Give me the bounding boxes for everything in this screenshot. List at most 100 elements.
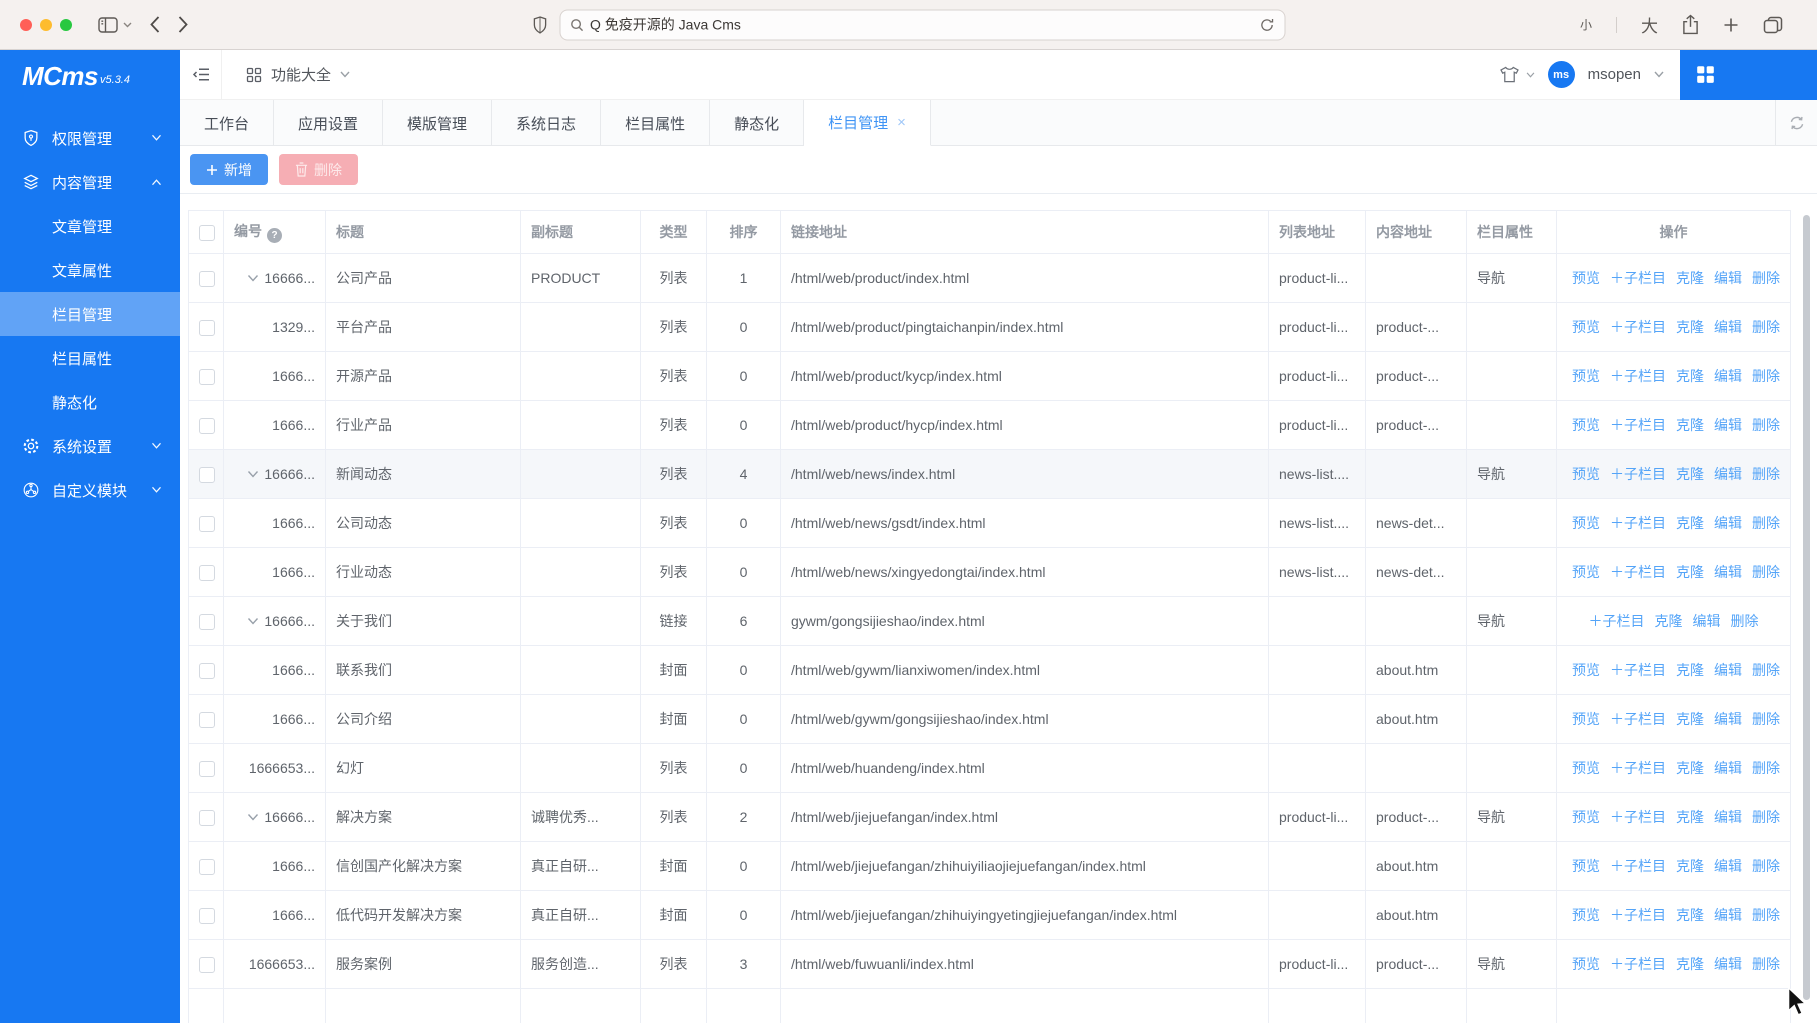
add-child-link[interactable]: ＋子栏目 (1610, 711, 1666, 727)
preview-link[interactable]: 预览 (1572, 760, 1600, 776)
select-all-checkbox[interactable] (199, 225, 215, 241)
scrollbar-thumb[interactable] (1803, 215, 1810, 1000)
reload-icon[interactable] (1259, 17, 1274, 32)
clone-link[interactable]: 克隆 (1655, 613, 1683, 629)
delete-link[interactable]: 删除 (1752, 809, 1780, 825)
row-checkbox[interactable] (199, 957, 215, 973)
avatar[interactable]: ms (1548, 61, 1575, 88)
add-child-link[interactable]: ＋子栏目 (1610, 515, 1666, 531)
clone-link[interactable]: 克隆 (1676, 515, 1704, 531)
row-checkbox[interactable] (199, 418, 215, 434)
clone-link[interactable]: 克隆 (1676, 270, 1704, 286)
clone-link[interactable]: 克隆 (1676, 368, 1704, 384)
table-row[interactable]: 1666... 联系我们 封面 0 /html/web/gywm/lianxiw… (189, 646, 1791, 695)
clone-link[interactable]: 克隆 (1676, 564, 1704, 580)
clone-link[interactable]: 克隆 (1676, 809, 1704, 825)
expand-row-icon[interactable] (247, 813, 259, 822)
preview-link[interactable]: 预览 (1572, 270, 1600, 286)
edit-link[interactable]: 编辑 (1714, 809, 1742, 825)
edit-link[interactable]: 编辑 (1714, 515, 1742, 531)
help-icon[interactable]: ? (267, 228, 282, 243)
row-checkbox[interactable] (199, 320, 215, 336)
add-child-link[interactable]: ＋子栏目 (1610, 858, 1666, 874)
minimize-window-button[interactable] (40, 19, 52, 31)
add-child-link[interactable]: ＋子栏目 (1589, 613, 1645, 629)
add-child-link[interactable]: ＋子栏目 (1610, 466, 1666, 482)
preview-link[interactable]: 预览 (1572, 662, 1600, 678)
clone-link[interactable]: 克隆 (1676, 466, 1704, 482)
delete-link[interactable]: 删除 (1752, 564, 1780, 580)
row-checkbox[interactable] (199, 810, 215, 826)
row-checkbox[interactable] (199, 712, 215, 728)
table-row[interactable]: 1666... 公司介绍 封面 0 /html/web/gywm/gongsij… (189, 695, 1791, 744)
sidebar-submenu-item[interactable]: 栏目属性 (0, 336, 180, 380)
row-checkbox[interactable] (199, 859, 215, 875)
edit-link[interactable]: 编辑 (1714, 858, 1742, 874)
back-button[interactable] (150, 16, 160, 33)
delete-link[interactable]: 删除 (1752, 515, 1780, 531)
table-row[interactable]: 1666... 行业动态 列表 0 /html/web/news/xingyed… (189, 548, 1791, 597)
preview-link[interactable]: 预览 (1572, 368, 1600, 384)
edit-link[interactable]: 编辑 (1714, 711, 1742, 727)
add-child-link[interactable]: ＋子栏目 (1610, 417, 1666, 433)
table-row[interactable]: 16666... 关于我们 链接 6 gywm/gongsijieshao/in… (189, 597, 1791, 646)
add-child-link[interactable]: ＋子栏目 (1610, 270, 1666, 286)
edit-link[interactable]: 编辑 (1714, 368, 1742, 384)
delete-link[interactable]: 删除 (1752, 662, 1780, 678)
expand-row-icon[interactable] (247, 617, 259, 626)
table-row[interactable]: 1666... 行业产品 列表 0 /html/web/product/hycp… (189, 401, 1791, 450)
preview-link[interactable]: 预览 (1572, 564, 1600, 580)
table-row[interactable]: 1666... 低代码开发解决方案 真正自研... 封面 0 /html/web… (189, 891, 1791, 940)
text-larger-button[interactable]: 大 (1641, 12, 1658, 37)
edit-link[interactable]: 编辑 (1714, 270, 1742, 286)
preview-link[interactable]: 预览 (1572, 417, 1600, 433)
row-checkbox[interactable] (199, 614, 215, 630)
sidebar-item-1[interactable]: 内容管理 (0, 160, 180, 204)
tab[interactable]: 栏目管理 × (804, 100, 931, 146)
delete-link[interactable]: 删除 (1752, 711, 1780, 727)
sidebar-submenu-item[interactable]: 文章管理 (0, 204, 180, 248)
preview-link[interactable]: 预览 (1572, 515, 1600, 531)
table-row[interactable]: 1329... 平台产品 列表 0 /html/web/product/ping… (189, 303, 1791, 352)
row-checkbox[interactable] (199, 516, 215, 532)
sidebar-submenu-item[interactable]: 静态化 (0, 380, 180, 424)
new-tab-icon[interactable] (1723, 17, 1739, 33)
edit-link[interactable]: 编辑 (1714, 956, 1742, 972)
clone-link[interactable]: 克隆 (1676, 711, 1704, 727)
tab-close-icon[interactable]: × (897, 115, 906, 130)
refresh-tab-button[interactable] (1775, 100, 1817, 145)
expand-row-icon[interactable] (247, 470, 259, 479)
delete-button[interactable]: 删除 (279, 154, 358, 185)
tab[interactable]: 应用设置 (274, 100, 383, 146)
close-window-button[interactable] (20, 19, 32, 31)
tab[interactable]: 工作台 (180, 100, 274, 146)
table-row[interactable]: 1666... 公司动态 列表 0 /html/web/news/gsdt/in… (189, 499, 1791, 548)
tab-overview-icon[interactable] (1763, 16, 1783, 34)
edit-link[interactable]: 编辑 (1714, 662, 1742, 678)
add-button[interactable]: 新增 (190, 154, 268, 185)
delete-link[interactable]: 删除 (1752, 907, 1780, 923)
sidebar-item-0[interactable]: 权限管理 (0, 116, 180, 160)
row-checkbox[interactable] (199, 271, 215, 287)
tab[interactable]: 模版管理 (383, 100, 492, 146)
table-row[interactable]: 1666... 信创国产化解决方案 真正自研... 封面 0 /html/web… (189, 842, 1791, 891)
delete-link[interactable]: 删除 (1731, 613, 1759, 629)
edit-link[interactable]: 编辑 (1714, 417, 1742, 433)
username[interactable]: msopen (1588, 66, 1641, 83)
add-child-link[interactable]: ＋子栏目 (1610, 760, 1666, 776)
add-child-link[interactable]: ＋子栏目 (1610, 809, 1666, 825)
forward-button[interactable] (178, 16, 188, 33)
tab[interactable]: 静态化 (710, 100, 804, 146)
text-smaller-button[interactable]: 小 (1580, 16, 1592, 33)
table-row[interactable]: 1666653... 幻灯 列表 0 /html/web/huandeng/in… (189, 744, 1791, 793)
table-row[interactable]: 16666... 新闻动态 列表 4 /html/web/news/index.… (189, 450, 1791, 499)
theme-button[interactable] (1499, 66, 1535, 83)
delete-link[interactable]: 删除 (1752, 319, 1780, 335)
sidebar-submenu-item[interactable]: 文章属性 (0, 248, 180, 292)
row-checkbox[interactable] (199, 467, 215, 483)
preview-link[interactable]: 预览 (1572, 711, 1600, 727)
row-checkbox[interactable] (199, 565, 215, 581)
address-bar[interactable]: Q 免疫开源的 Java Cms (559, 9, 1285, 40)
share-icon[interactable] (1682, 14, 1699, 35)
chevron-down-icon[interactable] (1654, 71, 1664, 78)
